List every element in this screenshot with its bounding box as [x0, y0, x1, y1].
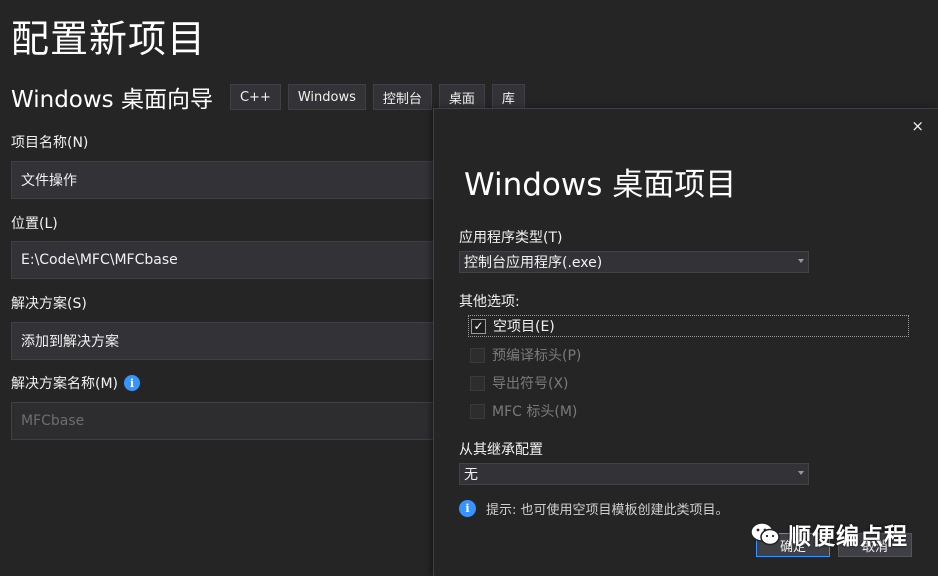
project-name-input[interactable]: 文件操作: [11, 161, 451, 199]
project-name-label: 项目名称(N): [11, 132, 88, 152]
checkbox-icon[interactable]: [470, 403, 485, 419]
info-icon: i: [459, 500, 476, 517]
chevron-down-icon: [798, 471, 804, 475]
option-label: 空项目(E): [493, 319, 555, 335]
watermark-text: 顺便编点程: [788, 524, 908, 550]
tag-console: 控制台: [372, 84, 432, 110]
location-input[interactable]: E:\Code\MFC\MFCbase: [11, 241, 451, 279]
location-label-text: 位置(L): [11, 216, 58, 232]
option-label: MFC 标头(M): [492, 404, 578, 420]
option-mfc-headers[interactable]: MFC 标头(M): [470, 400, 577, 422]
app-type-select[interactable]: 控制台应用程序(.exe): [459, 251, 809, 273]
tag-cpp: C++: [229, 84, 281, 110]
page-title: 配置新项目: [11, 17, 207, 61]
project-name-label-text: 项目名称(N): [11, 135, 89, 151]
other-options-label: 其他选项:: [459, 294, 520, 310]
option-label: 预编译标头(P): [492, 348, 582, 364]
wizard-subtitle: Windows 桌面向导: [11, 87, 213, 113]
option-label: 导出符号(X): [492, 376, 569, 392]
chevron-down-icon: [798, 259, 804, 263]
solution-name-label: 解决方案名称(M) i: [11, 373, 141, 393]
checkbox-icon[interactable]: [470, 375, 485, 391]
checkbox-checked-icon[interactable]: ✓: [471, 318, 486, 334]
solution-label: 解决方案(S): [11, 293, 87, 313]
checkbox-icon[interactable]: [470, 347, 485, 363]
tag-desktop: 桌面: [438, 84, 485, 110]
app-type-value: 控制台应用程序(.exe): [464, 255, 603, 271]
solution-name-input[interactable]: MFCbase: [11, 402, 451, 440]
close-icon[interactable]: ×: [911, 117, 924, 135]
hint-text: 提示: 也可使用空项目模板创建此类项目。: [486, 503, 729, 518]
watermark: 顺便编点程: [750, 517, 908, 551]
wechat-logo-icon: [750, 522, 780, 546]
solution-name-label-text: 解决方案名称(M): [11, 376, 119, 392]
solution-select[interactable]: 添加到解决方案: [11, 322, 451, 360]
solution-label-text: 解决方案(S): [11, 296, 87, 312]
app-type-label: 应用程序类型(T): [459, 230, 563, 246]
inherit-config-value: 无: [464, 467, 478, 483]
option-export-symbols[interactable]: 导出符号(X): [470, 372, 569, 394]
inherit-config-select[interactable]: 无: [459, 463, 809, 485]
location-label: 位置(L): [11, 213, 58, 233]
tag-library: 库: [491, 84, 525, 110]
hint-row: i 提示: 也可使用空项目模板创建此类项目。: [459, 499, 729, 518]
inherit-config-label: 从其继承配置: [459, 442, 543, 458]
option-precompiled-header[interactable]: 预编译标头(P): [470, 344, 581, 366]
tag-windows: Windows: [287, 84, 366, 110]
dialog-title: Windows 桌面项目: [464, 167, 737, 203]
info-icon[interactable]: i: [124, 375, 141, 391]
option-empty-project[interactable]: ✓ 空项目(E): [468, 315, 909, 337]
windows-desktop-project-dialog: × Windows 桌面项目 应用程序类型(T) 控制台应用程序(.exe) 其…: [433, 108, 938, 576]
